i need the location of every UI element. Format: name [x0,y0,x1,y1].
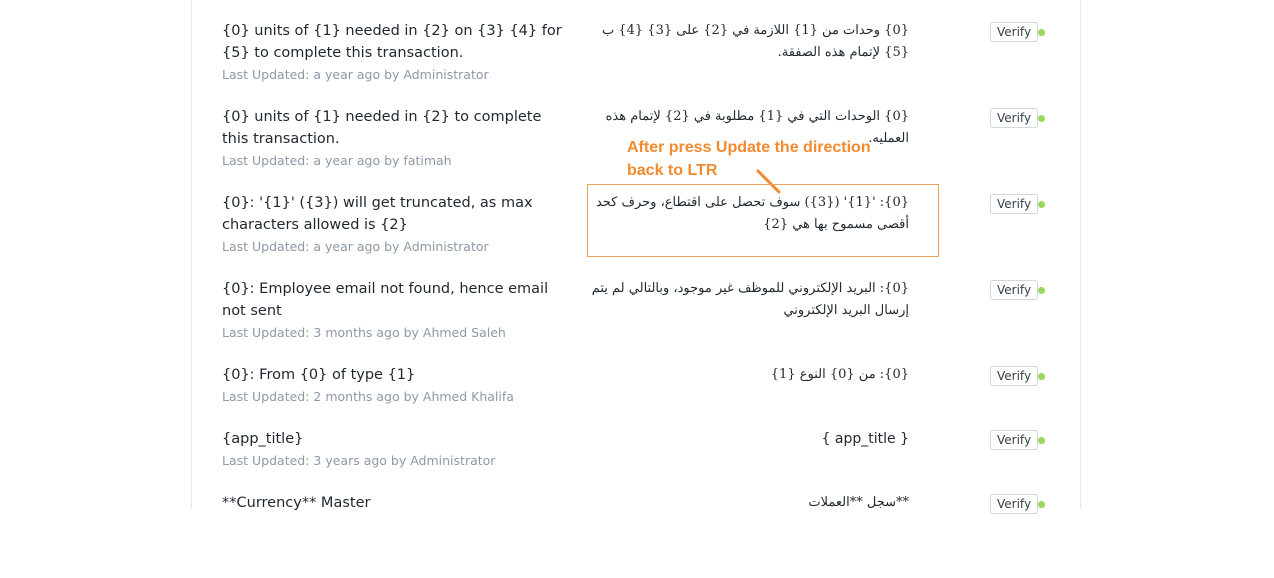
source-string: {0}: From {0} of type {1} [222,367,416,383]
status-dot-icon [1038,115,1045,122]
verify-button[interactable]: Verify [990,194,1039,214]
source-text: **Currency** Master [222,492,562,514]
last-updated: Last Updated: 2 months ago by Ahmed Khal… [222,389,514,404]
source-text: {0} units of {1} needed in {2} on {3} {4… [222,20,562,86]
translation-row: {0} units of {1} needed in {2} on {3} {4… [192,20,1080,106]
status-dot-icon [1038,29,1045,36]
verify-button[interactable]: Verify [990,280,1039,300]
source-string: {0}: '{1}' ({3}) will get truncated, as … [222,195,533,233]
last-updated: Last Updated: 3 years ago by Administrat… [222,453,496,468]
status-dot-icon [1038,501,1045,508]
last-updated: Last Updated: a year ago by Administrato… [222,67,489,82]
source-text: {app_title} Last Updated: 3 years ago by… [222,428,562,472]
source-text: {0}: From {0} of type {1} Last Updated: … [222,364,562,408]
annotation-line: After press Update the direction [627,139,871,156]
source-string: {0} units of {1} needed in {2} on {3} {4… [222,23,562,61]
translation-row: {0}: Employee email not found, hence ema… [192,278,1080,364]
translation-row: **Currency** Master **سجل **العملات Veri… [192,492,1080,578]
last-updated: Last Updated: a year ago by fatimah [222,153,452,168]
source-string: {app_title} [222,431,304,447]
last-updated: Last Updated: a year ago by Administrato… [222,239,489,254]
status-dot-icon [1038,437,1045,444]
translated-text[interactable]: **سجل **العملات [588,492,909,514]
translated-text[interactable]: {0} وحدات من {1} اللازمة في {2} على {3} … [588,20,909,64]
source-string: **Currency** Master [222,495,371,511]
verify-button[interactable]: Verify [990,366,1039,386]
translated-text[interactable]: {0}: البريد الإلكتروني للموظف غير موجود،… [588,278,909,322]
source-text: {0}: Employee email not found, hence ema… [222,278,562,344]
annotation-highlight-box [587,184,939,257]
source-text: {0} units of {1} needed in {2} to comple… [222,106,562,172]
verify-button[interactable]: Verify [990,22,1039,42]
translated-text[interactable]: { app_title } [588,428,909,450]
source-string: {0} units of {1} needed in {2} to comple… [222,109,542,147]
verify-button[interactable]: Verify [990,108,1039,128]
translated-text[interactable]: {0}: من {0} النوع {1} [588,364,909,386]
last-updated: Last Updated: 3 months ago by Ahmed Sale… [222,325,506,340]
verify-button[interactable]: Verify [990,430,1039,450]
status-dot-icon [1038,201,1045,208]
source-string: {0}: Employee email not found, hence ema… [222,281,549,319]
verify-button[interactable]: Verify [990,494,1039,514]
source-text: {0}: '{1}' ({3}) will get truncated, as … [222,192,562,258]
status-dot-icon [1038,287,1045,294]
status-dot-icon [1038,373,1045,380]
